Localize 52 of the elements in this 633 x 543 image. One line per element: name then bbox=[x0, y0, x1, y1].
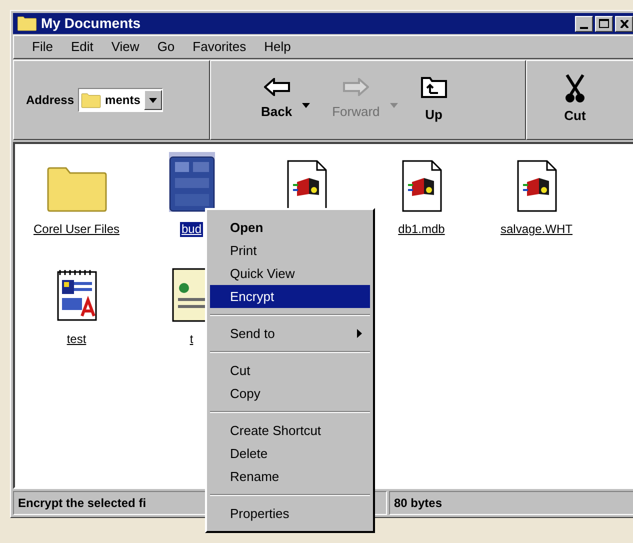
document-icon bbox=[516, 160, 556, 212]
file-label[interactable]: t bbox=[188, 332, 194, 347]
caret-icon bbox=[149, 98, 158, 102]
menu-item[interactable]: Copy bbox=[210, 382, 370, 405]
folder-icon bbox=[17, 16, 37, 31]
left-arrow-icon bbox=[264, 78, 290, 96]
notepad-icon bbox=[56, 268, 98, 322]
close-button[interactable] bbox=[615, 16, 633, 32]
menu-item[interactable]: File bbox=[30, 37, 55, 57]
menu-item[interactable]: Create Shortcut bbox=[210, 419, 370, 442]
maximize-button[interactable] bbox=[595, 16, 613, 32]
folder-up-icon bbox=[420, 75, 448, 100]
menu-item[interactable]: Help bbox=[262, 37, 293, 57]
file-label[interactable]: salvage.WHT bbox=[499, 222, 574, 237]
file-label[interactable]: db1.mdb bbox=[397, 222, 446, 237]
toolbar-button[interactable]: Cut bbox=[563, 74, 587, 126]
folder-icon bbox=[46, 166, 108, 212]
menu-item[interactable]: Print bbox=[210, 239, 370, 262]
address-label: Address bbox=[26, 92, 74, 109]
menu-item[interactable]: View bbox=[109, 37, 142, 57]
menu-item[interactable]: Cut bbox=[210, 359, 370, 382]
folder-icon bbox=[81, 92, 102, 108]
file-label[interactable]: Corel User Files bbox=[32, 222, 120, 237]
status-message: Encrypt the selected fi bbox=[18, 495, 146, 512]
menu-item[interactable]: Favorites bbox=[190, 37, 248, 57]
address-value: ments bbox=[105, 92, 140, 109]
menu-item[interactable]: Delete bbox=[210, 442, 370, 465]
toolbar-button[interactable]: Up bbox=[420, 75, 448, 125]
close-icon bbox=[620, 20, 628, 28]
minimize-button[interactable] bbox=[575, 16, 593, 32]
image-file-icon bbox=[168, 156, 214, 212]
toolbar-button[interactable]: Back bbox=[261, 78, 292, 122]
menu-item[interactable]: Go bbox=[155, 37, 177, 57]
address-field[interactable]: ments bbox=[78, 88, 164, 112]
menu-item[interactable]: Rename bbox=[210, 465, 370, 488]
status-size: 80 bytes bbox=[394, 495, 442, 512]
file-label[interactable]: test bbox=[66, 332, 88, 347]
menu-item[interactable]: Edit bbox=[68, 37, 96, 57]
menu-item[interactable]: Send to bbox=[210, 322, 370, 345]
window-title: My Documents bbox=[41, 14, 141, 33]
caret-icon bbox=[390, 102, 398, 108]
menu-item[interactable]: Open bbox=[210, 216, 370, 239]
submenu-arrow-icon bbox=[357, 329, 362, 338]
document-icon bbox=[402, 160, 442, 212]
right-arrow-icon bbox=[342, 78, 369, 96]
menu-item[interactable]: Encrypt bbox=[210, 285, 370, 308]
dropdown-button[interactable] bbox=[144, 90, 162, 110]
menu-item[interactable]: Properties bbox=[210, 502, 370, 525]
file-label[interactable]: bud bbox=[180, 222, 203, 237]
scissors-icon bbox=[563, 74, 587, 104]
menu-item[interactable]: Quick View bbox=[210, 262, 370, 285]
caret-icon bbox=[302, 102, 310, 108]
